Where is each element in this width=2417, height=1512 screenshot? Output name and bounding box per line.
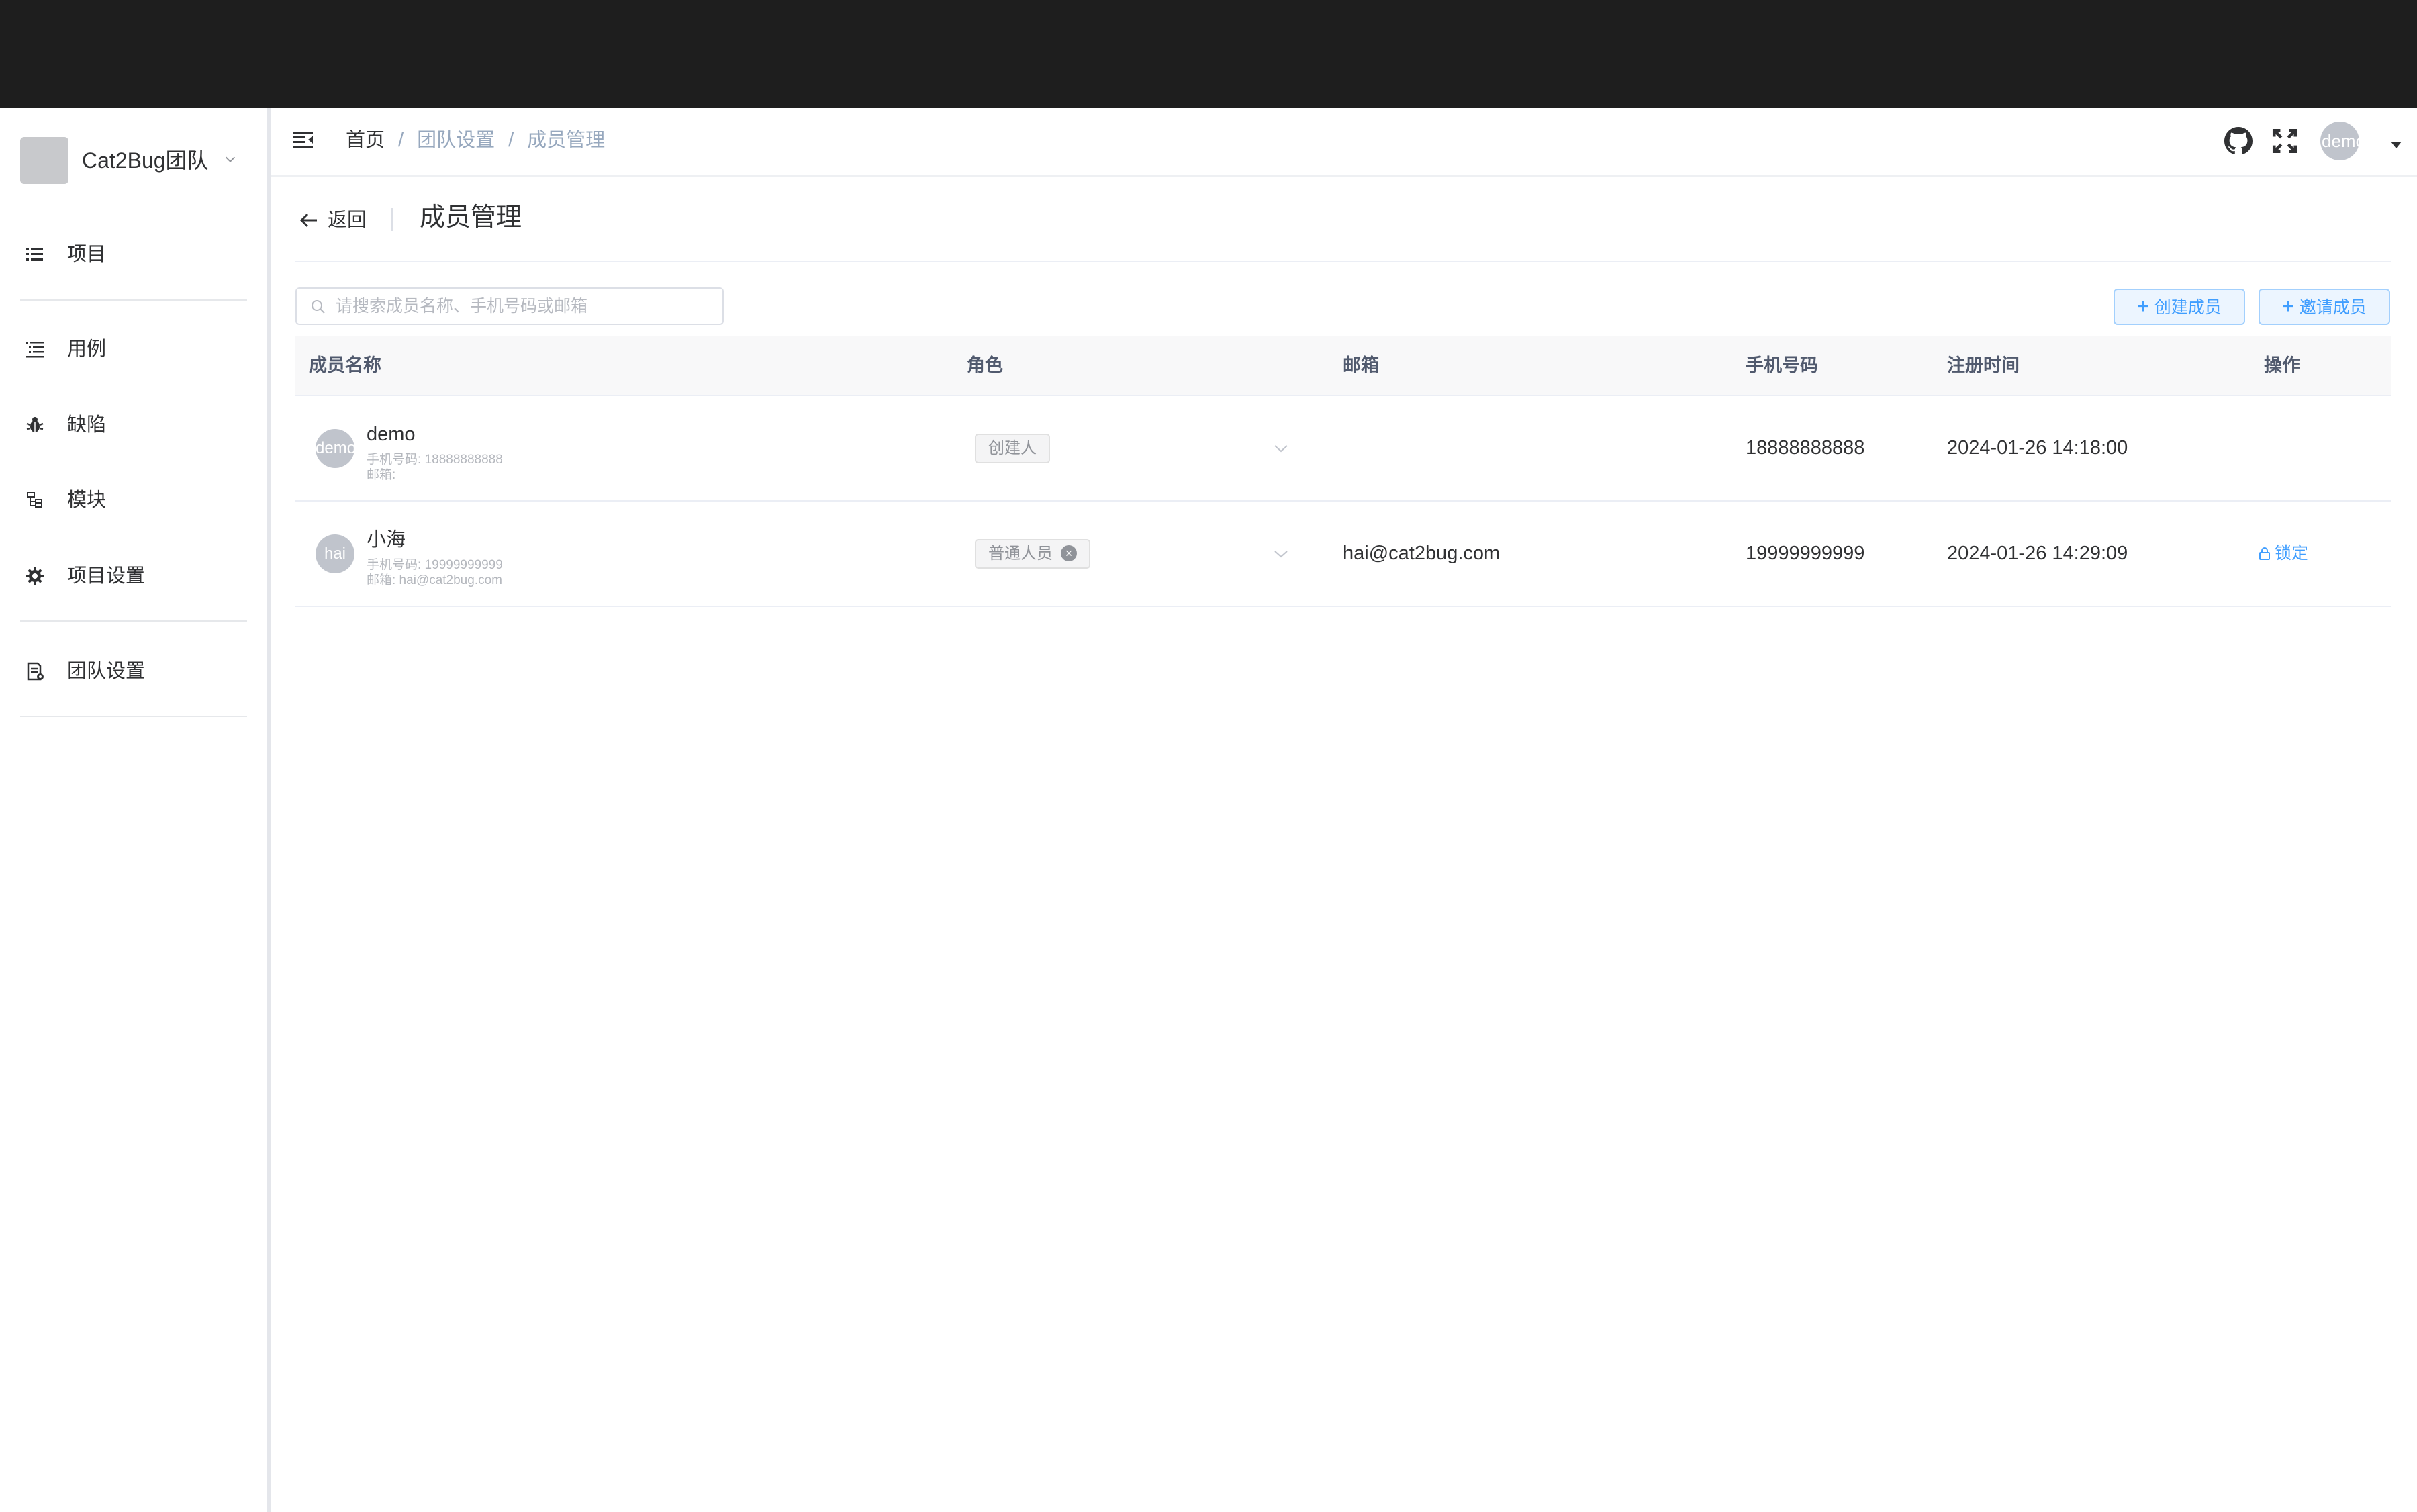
search-icon [312, 300, 325, 314]
page-title: 成员管理 [420, 203, 522, 232]
breadcrumb-home[interactable]: 首页 [346, 130, 385, 151]
hamburger-icon[interactable] [291, 128, 316, 152]
app-header: 首页 / 团队设置 / 成员管理 demo [271, 108, 2417, 177]
create-member-label: 创建成员 [2154, 298, 2222, 317]
plus-icon: + [2137, 295, 2149, 318]
sidebar-item-label: 缺陷 [67, 414, 107, 436]
github-icon[interactable] [2224, 127, 2253, 155]
plus-icon: + [2282, 295, 2294, 318]
column-header-role: 角色 [967, 355, 1003, 375]
sidebar-divider [20, 620, 247, 622]
member-name: demo [367, 424, 416, 445]
arrow-left-icon [299, 213, 317, 228]
sidebar-item-team-settings[interactable]: 团队设置 [20, 651, 248, 692]
create-member-button[interactable]: + 创建成员 [2114, 289, 2245, 325]
sidebar-item-cases[interactable]: 用例 [20, 329, 248, 369]
chevron-down-icon[interactable] [1272, 547, 1290, 561]
team-logo [20, 137, 68, 184]
gear-icon [26, 567, 44, 585]
list-icon [26, 248, 43, 261]
fullscreen-icon[interactable] [2271, 127, 2299, 155]
team-switcher[interactable]: Cat2Bug团队 [20, 137, 248, 184]
member-avatar: demo [316, 429, 354, 468]
column-header-name: 成员名称 [309, 355, 381, 375]
sidebar-item-label: 项目 [67, 244, 107, 265]
role-tag: 普通人员 [988, 545, 1053, 563]
sidebar-item-defects[interactable]: 缺陷 [20, 405, 248, 445]
breadcrumb-current: 成员管理 [527, 130, 606, 151]
member-registered: 2024-01-26 14:29:09 [1947, 542, 2128, 564]
page-header: 返回 成员管理 [295, 195, 2391, 262]
search-input[interactable] [336, 294, 712, 318]
header-divider [391, 208, 393, 231]
lock-label: 锁定 [2275, 544, 2309, 563]
member-name: 小海 [367, 529, 406, 551]
sidebar-item-label: 团队设置 [67, 661, 146, 682]
breadcrumb-separator: / [508, 130, 514, 151]
sidebar [0, 108, 267, 1512]
role-select[interactable]: 创建人 [975, 434, 1050, 463]
member-email-line: 邮箱: [367, 468, 396, 482]
sidebar-item-projects[interactable]: 项目 [20, 234, 248, 275]
case-list-icon [26, 342, 44, 358]
back-label: 返回 [328, 209, 367, 231]
breadcrumb: 首页 / 团队设置 / 成员管理 [346, 128, 605, 152]
caret-down-icon[interactable] [2391, 142, 2402, 148]
sidebar-item-label: 用例 [67, 338, 107, 360]
member-registered: 2024-01-26 14:18:00 [1947, 437, 2128, 459]
member-email: hai@cat2bug.com [1343, 542, 1501, 564]
team-name: Cat2Bug团队 [82, 148, 209, 173]
table-row: hai 小海 手机号码: 19999999999 邮箱: hai@cat2bug… [295, 502, 2391, 607]
role-select[interactable]: 普通人员 × [975, 539, 1090, 569]
lock-icon [2259, 547, 2270, 560]
column-header-phone: 手机号码 [1746, 355, 1818, 375]
invite-member-button[interactable]: + 邀请成员 [2259, 289, 2390, 325]
lock-button[interactable]: 锁定 [2257, 543, 2308, 563]
member-email-line: 邮箱: hai@cat2bug.com [367, 573, 502, 587]
window-top-bar [0, 0, 2417, 108]
column-header-actions: 操作 [2264, 355, 2300, 375]
breadcrumb-separator: / [398, 130, 404, 151]
chevron-down-icon[interactable] [1272, 442, 1290, 455]
invite-member-label: 邀请成员 [2299, 298, 2367, 317]
tree-icon [27, 492, 42, 508]
member-phone: 19999999999 [1746, 542, 1865, 564]
close-icon[interactable]: × [1061, 545, 1077, 561]
user-avatar[interactable]: demo [2320, 122, 2359, 160]
column-header-email: 邮箱 [1343, 355, 1379, 375]
sidebar-item-label: 项目设置 [67, 565, 146, 587]
sidebar-divider [20, 716, 247, 717]
breadcrumb-team-settings[interactable]: 团队设置 [417, 130, 495, 151]
sidebar-item-project-settings[interactable]: 项目设置 [20, 556, 248, 596]
chevron-down-icon [225, 156, 236, 162]
table-row: demo demo 手机号码: 18888888888 邮箱: 创建人 1888… [295, 396, 2391, 502]
team-settings-icon [27, 662, 44, 681]
sidebar-item-label: 模块 [67, 489, 107, 511]
column-header-registered: 注册时间 [1947, 355, 2020, 375]
bug-icon [26, 417, 44, 432]
sidebar-item-modules[interactable]: 模块 [20, 480, 248, 520]
sidebar-divider [20, 299, 247, 301]
sidebar-border [267, 108, 271, 1512]
role-tag: 创建人 [988, 439, 1037, 457]
member-phone: 18888888888 [1746, 437, 1865, 459]
member-phone-line: 手机号码: 19999999999 [367, 558, 503, 572]
member-avatar: hai [316, 534, 354, 573]
member-phone-line: 手机号码: 18888888888 [367, 453, 503, 467]
search-box[interactable] [295, 287, 724, 325]
table-header: 成员名称 角色 邮箱 手机号码 注册时间 操作 [295, 336, 2391, 396]
